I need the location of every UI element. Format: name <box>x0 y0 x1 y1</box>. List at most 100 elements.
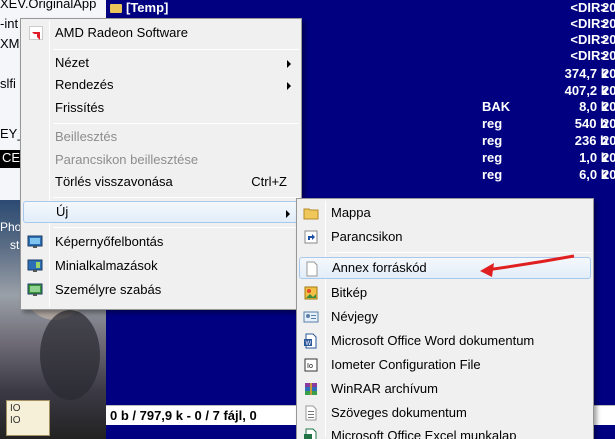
annotation-arrow-icon <box>480 254 575 277</box>
menu-item-parancsikon[interactable]: Parancsikon <box>299 226 591 248</box>
menu-item-parancsikon-beillesztese[interactable]: Parancsikon beillesztése <box>23 149 299 171</box>
menu-item-label: Microsoft Office Word dokumentum <box>331 333 535 348</box>
amd-icon <box>29 26 43 40</box>
file-ext: reg <box>482 133 503 148</box>
notepad-line: IO <box>10 403 21 414</box>
contact-icon <box>303 309 319 325</box>
menu-item-bitkep[interactable]: Bitkép <box>299 282 591 304</box>
personalize-icon <box>27 282 43 298</box>
file-ext: BAK <box>482 99 511 114</box>
file-size: 236 b <box>574 133 608 148</box>
menu-item-label: Törlés visszavonása <box>55 174 173 189</box>
menu-item-label: Nézet <box>55 55 89 70</box>
menu-item-label: Bitkép <box>331 285 368 300</box>
file-date: 20 <box>602 0 615 15</box>
menu-item-mappa[interactable]: Mappa <box>299 202 591 224</box>
menu-item-shortcut: Ctrl+Z <box>251 174 287 189</box>
file-date: 20 <box>602 66 615 81</box>
notepad-icon[interactable]: IO IO <box>6 400 50 436</box>
file-ext: reg <box>482 167 503 182</box>
file-size: 1,0 k <box>579 150 608 165</box>
menu-item-szoveges-dokumentum[interactable]: Szöveges dokumentum <box>299 402 591 424</box>
svg-text:W: W <box>306 341 312 347</box>
menu-item-label: Képernyőfelbontás <box>55 234 164 249</box>
menu-item-nevjegy[interactable]: Névjegy <box>299 306 591 328</box>
new-submenu: Mappa Parancsikon Annex forráskód Bitkép… <box>296 198 594 439</box>
menu-item-label: Új <box>56 204 69 219</box>
menu-item-torles-visszavonasa[interactable]: Törlés visszavonása Ctrl+Z <box>23 171 299 193</box>
menu-item-label: Parancsikon <box>331 229 403 244</box>
desktop-icon-label[interactable]: st <box>10 238 19 252</box>
notepad-line: IO <box>10 415 21 426</box>
gadgets-icon <box>27 258 43 274</box>
file-size: <DIR> <box>570 16 608 31</box>
excel-icon <box>303 428 319 439</box>
file-ext: reg <box>482 150 503 165</box>
shortcut-icon <box>303 229 319 245</box>
menu-item-label: Névjegy <box>331 309 378 324</box>
menu-item-label: AMD Radeon Software <box>55 25 188 40</box>
file-name: [Temp] <box>126 0 169 15</box>
menu-item-label: Microsoft Office Excel munkalap <box>331 428 517 439</box>
file-size: 407,2 k <box>564 83 608 98</box>
menu-item-frissites[interactable]: Frissítés <box>23 97 299 119</box>
file-date: 20 <box>602 116 615 131</box>
file-date: 20 <box>602 133 615 148</box>
menu-item-label: Személyre szabás <box>55 282 162 297</box>
menu-item-winrar-archivum[interactable]: WinRAR archívum <box>299 378 591 400</box>
file-date: 20 <box>602 150 615 165</box>
menu-item-minialkalmazasok[interactable]: Minialkalmazások <box>23 255 299 277</box>
file-size: 8,0 k <box>579 99 608 114</box>
menu-separator <box>53 197 299 198</box>
submenu-arrow-icon <box>287 82 291 90</box>
list-item: slfi <box>0 76 16 91</box>
selection-summary: 0 b / 797,9 k - 0 / 7 fájl, 0 <box>110 408 257 423</box>
menu-item-label: Iometer Configuration File <box>331 357 481 372</box>
menu-item-label: Beillesztés <box>55 129 118 144</box>
file-date: 20 <box>602 83 615 98</box>
menu-separator <box>53 123 299 124</box>
file-size: <DIR> <box>570 0 608 15</box>
menu-separator <box>53 49 299 50</box>
file-size: 6,0 k <box>579 167 608 182</box>
file-size: 374,7 k <box>564 66 608 81</box>
menu-item-label: Frissítés <box>55 100 105 115</box>
folder-icon <box>303 205 319 221</box>
word-icon: W <box>303 333 319 349</box>
file-date: 20 <box>602 48 615 63</box>
menu-item-szemelyre-szabas[interactable]: Személyre szabás <box>23 279 299 301</box>
file-date: 20 <box>602 16 615 31</box>
submenu-arrow-icon <box>287 60 291 68</box>
folder-icon <box>110 4 122 14</box>
menu-item-uj[interactable]: Új <box>23 201 299 223</box>
file-ext: reg <box>482 116 503 131</box>
menu-item-label: Annex forráskód <box>332 260 427 275</box>
file-size: <DIR> <box>570 48 608 63</box>
file-row[interactable]: [Temp] <DIR> 20 <box>106 0 615 16</box>
file-size: <DIR> <box>570 32 608 47</box>
menu-item-beillesztes[interactable]: Beillesztés <box>23 126 299 148</box>
menu-item-kepernyofelbontas[interactable]: Képernyőfelbontás <box>23 231 299 253</box>
menu-item-label: Parancsikon beillesztése <box>55 152 199 167</box>
menu-item-label: WinRAR archívum <box>331 381 438 396</box>
text-file-icon <box>303 405 319 421</box>
menu-item-label: Szöveges dokumentum <box>331 405 467 420</box>
file-date: 20 <box>602 32 615 47</box>
menu-separator <box>53 227 299 228</box>
menu-item-amd-radeon[interactable]: AMD Radeon Software <box>23 22 299 44</box>
file-date: 20 <box>602 167 615 182</box>
menu-item-label: Minialkalmazások <box>55 258 158 273</box>
list-item: -int <box>0 16 19 31</box>
svg-text:Io: Io <box>307 363 313 370</box>
menu-item-nezet[interactable]: Nézet <box>23 52 299 74</box>
menu-item-excel-munkalap[interactable]: Microsoft Office Excel munkalap <box>299 425 591 439</box>
menu-item-word-dokumentum[interactable]: W Microsoft Office Word dokumentum <box>299 330 591 352</box>
menu-item-rendezes[interactable]: Rendezés <box>23 74 299 96</box>
iometer-icon: Io <box>303 357 319 373</box>
desktop-context-menu: AMD Radeon Software Nézet Rendezés Friss… <box>20 18 302 310</box>
bitmap-icon <box>303 285 319 301</box>
menu-item-iometer-config[interactable]: Io Iometer Configuration File <box>299 354 591 376</box>
desktop-icon-label[interactable]: Pho <box>0 220 21 234</box>
blank-file-icon <box>304 261 320 277</box>
menu-item-label: Mappa <box>331 205 371 220</box>
